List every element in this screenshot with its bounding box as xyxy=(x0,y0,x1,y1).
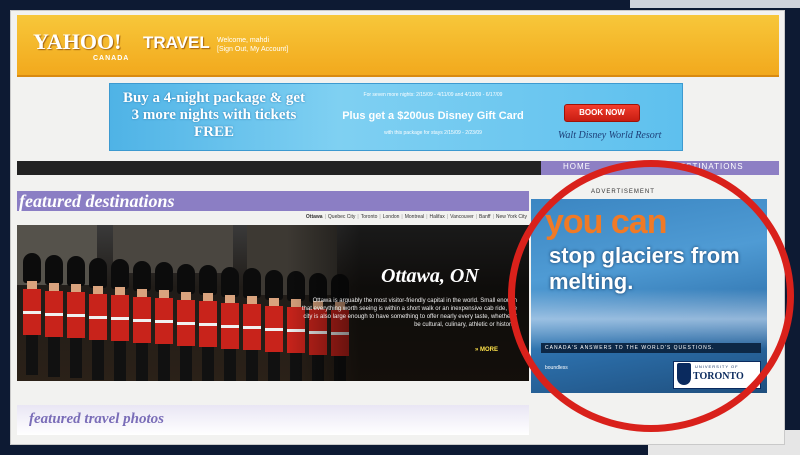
guard-legs xyxy=(70,338,82,378)
guard-face xyxy=(203,293,213,301)
banner-headline: Buy a 4-night package & get 3 more night… xyxy=(122,90,306,140)
guard-belt xyxy=(67,314,85,317)
background-screenshot-corner xyxy=(628,0,800,8)
guard-face xyxy=(71,284,81,292)
guard-belt xyxy=(177,322,195,325)
guard-hat xyxy=(23,253,41,283)
city-link[interactable]: Quebec City xyxy=(326,214,358,220)
guard-hat xyxy=(265,270,283,300)
guard-face xyxy=(181,292,191,300)
welcome-user: Welcome, mahdi xyxy=(217,37,270,44)
guard-belt xyxy=(89,316,107,319)
guard-hat xyxy=(133,261,151,291)
guard-legs xyxy=(136,343,148,381)
guard-legs xyxy=(48,337,60,377)
annotation-red-circle xyxy=(508,160,794,432)
guard-face xyxy=(225,295,235,303)
city-link[interactable]: Ottawa xyxy=(304,214,325,220)
city-link[interactable]: New York City xyxy=(494,214,529,220)
guard-legs xyxy=(158,344,170,381)
guard-belt xyxy=(265,328,283,331)
account-links[interactable]: [Sign Out, My Account] xyxy=(217,45,288,54)
guard-legs xyxy=(26,335,38,375)
guard-hat xyxy=(89,258,107,288)
guard-belt xyxy=(221,325,239,328)
guard-legs xyxy=(202,347,214,381)
guard-hat xyxy=(155,262,173,292)
featured-photos-title: featured travel photos xyxy=(29,411,164,427)
guard-legs xyxy=(246,350,258,381)
welcome-message: Welcome, mahdi [Sign Out, My Account] xyxy=(217,36,288,54)
more-link[interactable]: » MORE xyxy=(475,347,498,353)
banner-fine-print-2: with this package for stays 2/15/09 - 2/… xyxy=(384,130,482,136)
disney-logo: Walt Disney World Resort xyxy=(558,130,662,141)
guard-belt xyxy=(111,317,129,320)
guard-hat xyxy=(67,256,85,286)
guard-legs xyxy=(224,349,236,381)
guard-belt xyxy=(243,326,261,329)
guard-belt xyxy=(133,319,151,322)
guard-face xyxy=(49,283,59,291)
guard-belt xyxy=(45,313,63,316)
city-link[interactable]: Halifax xyxy=(428,214,447,220)
guard-hat xyxy=(177,264,195,294)
guard-hat xyxy=(243,268,261,298)
site-header: YAHOO! CANADA TRAVEL Welcome, mahdi [Sig… xyxy=(17,15,779,77)
guard-face xyxy=(159,290,169,298)
hero-city-title[interactable]: Ottawa, ON xyxy=(381,265,479,288)
guard-hat xyxy=(199,265,217,295)
logo-region: CANADA xyxy=(93,55,130,62)
city-link[interactable]: Vancouver xyxy=(448,214,476,220)
city-links: Ottawa | Quebec City | Toronto | London | Montre… xyxy=(179,214,529,220)
guard-hat xyxy=(221,267,239,297)
guard-belt xyxy=(155,320,173,323)
guard-belt xyxy=(23,311,41,314)
section-title[interactable]: TRAVEL xyxy=(143,33,210,53)
guard-hat xyxy=(111,259,129,289)
guard-legs xyxy=(114,341,126,381)
banner-fine-print: For seven more nights: 2/15/09 - 4/11/09… xyxy=(363,92,503,98)
guard-hat xyxy=(45,255,63,285)
guard-face xyxy=(93,286,103,294)
nav-home-link[interactable]: HOME xyxy=(563,162,591,171)
guard-face xyxy=(269,298,279,306)
guard-legs xyxy=(268,352,280,381)
city-link[interactable]: Banff xyxy=(477,214,493,220)
city-link[interactable]: Toronto xyxy=(359,214,380,220)
city-link[interactable]: Montreal xyxy=(403,214,426,220)
screenshot-frame: YAHOO! CANADA TRAVEL Welcome, mahdi [Sig… xyxy=(0,0,800,455)
guard-legs xyxy=(180,346,192,381)
city-link[interactable]: London xyxy=(381,214,402,220)
yahoo-logo[interactable]: YAHOO! xyxy=(33,29,121,55)
banner-ad[interactable]: Buy a 4-night package & get 3 more night… xyxy=(109,83,683,151)
guard-face xyxy=(137,289,147,297)
building xyxy=(113,225,233,273)
guard-face xyxy=(27,281,37,289)
featured-destinations-title: featured destinations xyxy=(19,191,175,211)
guard-face xyxy=(247,296,257,304)
banner-offer: Plus get a $200us Disney Gift Card xyxy=(342,110,524,122)
guard-belt xyxy=(199,323,217,326)
hero-description: Ottawa is arguably the most visitor-frie… xyxy=(301,298,517,328)
guard-legs xyxy=(92,340,104,380)
hero-image[interactable]: Ottawa, ON Ottawa is arguably the most v… xyxy=(17,225,529,381)
guard-face xyxy=(115,287,125,295)
book-now-button[interactable]: BOOK NOW xyxy=(564,104,640,122)
